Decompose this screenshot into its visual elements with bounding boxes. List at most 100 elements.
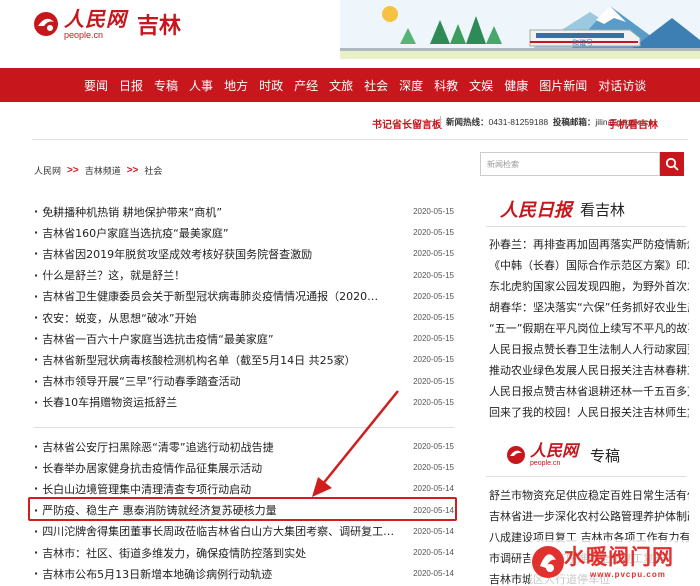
nav-item[interactable]: 社会 [364,77,388,94]
news-date: 2020-05-15 [413,334,454,344]
people-emblem-icon [507,446,525,464]
news-list-item[interactable]: 吉林省160户家庭当选抗疫“最美家庭” 2020-05-15 [34,222,454,243]
news-date: 2020-05-14 [413,548,454,558]
header-banner: 和谐号 [300,0,700,68]
news-list-group-1: 免耕播种机热销 耕地保护带来“商机” 2020-05-15 吉林省160户家庭当选抗… [34,201,454,413]
news-list-item[interactable]: 吉林市：社区、街道多维发力，确保疫情防控落到实处 2020-05-14 [34,542,454,563]
news-list-item[interactable]: 免耕播种机热销 耕地保护带来“商机” 2020-05-15 [34,201,454,222]
news-date: 2020-05-14 [413,526,454,536]
nav-item[interactable]: 图片新闻 [539,77,587,94]
watermark-text: 水暖阀门网 [564,545,674,569]
nav-item[interactable]: 人事 [189,77,213,94]
news-date: 2020-05-15 [413,355,454,365]
sidebar-news-link[interactable]: 人民日报点赞长春卫生法制人人行动家园更美 [489,339,689,360]
sidebar-news-link[interactable]: 回来了我的校园！人民日报关注吉林师生复课 [489,402,689,423]
news-date: 2020-05-15 [413,376,454,386]
nav-item[interactable]: 要闻 [84,77,108,94]
nav-item[interactable]: 文娱 [469,77,493,94]
nav-item[interactable]: 专稿 [154,77,178,94]
news-date: 2020-05-14 [413,505,454,515]
news-title-link[interactable]: 吉林省160户家庭当选抗疫“最美家庭” [34,225,228,241]
news-list-item[interactable]: 吉林市公布5月13日新增本地确诊病例行动轨迹 2020-05-14 [34,563,454,584]
news-title-link[interactable]: 吉林省新型冠状病毒核酸检测机构名单（截至5月14日 共25家） [34,352,356,368]
news-list-item[interactable]: 吉林省因2019年脱贫攻坚成效考核好获国务院督查激励 2020-05-15 [34,243,454,264]
sidebar-news-link[interactable]: 推动农业绿色发展人民日报关注吉林春耕工作 [489,360,689,381]
nav-item[interactable]: 时政 [259,77,283,94]
header: 人民网 people.cn 吉林 和谐号 [0,0,700,68]
news-list-item[interactable]: 吉林省新型冠状病毒核酸检测机构名单（截至5月14日 共25家） 2020-05-1… [34,349,454,370]
news-title-link[interactable]: 吉林省因2019年脱贫攻坚成效考核好获国务院督查激励 [34,246,312,262]
nav-item[interactable]: 科教 [434,77,458,94]
news-title-link[interactable]: 长春举办居家健身抗击疫情作品征集展示活动 [34,460,262,476]
nav-item[interactable]: 健康 [504,77,528,94]
news-title-link[interactable]: 农安：蜕变，从思想“破冰”开始 [34,310,196,326]
banner-tag: 和谐号 [572,38,593,47]
news-title-link[interactable]: 吉林市领导开展“三早”行动春季踏查活动 [34,373,240,389]
news-date: 2020-05-15 [413,270,454,280]
news-list-item[interactable]: 什么是舒兰？这，就是舒兰！ 2020-05-15 [34,265,454,286]
annotation-arrow-icon [312,390,399,497]
nav-item[interactable]: 日报 [119,77,143,94]
news-date: 2020-05-15 [413,463,454,473]
news-list-item[interactable]: 农安：蜕变，从思想“破冰”开始 2020-05-15 [34,307,454,328]
site-name: 吉林 [137,14,182,39]
news-date: 2020-05-14 [413,569,454,579]
search-button[interactable] [660,152,684,176]
news-title-link[interactable]: 严防疫、稳生产 惠泰消防铸就经济复苏硬核力量 [34,502,277,518]
sub-bar: 书记省长留言板 新闻热线：0431-81259188 投稿邮箱：jilin@pe… [0,102,700,140]
news-list-item[interactable]: 吉林省卫生健康委员会关于新型冠状病毒肺炎疫情情况通报（2020… 2020-05-… [34,286,454,307]
news-title-link[interactable]: 吉林省公安厅扫黑除恶“清零”追逃行动初战告捷 [34,439,273,455]
sidebar-news-link[interactable]: 《中韩（长春）国际合作示范区方案》印发 [489,255,689,276]
breadcrumb: 人民网 >> 吉林频道 >> 社会 [34,164,162,177]
sub-divider [440,116,441,128]
breadcrumb-separator-icon: >> [126,165,139,176]
sidebar-peoples-daily-head: 人民日报 看吉林 [500,196,625,222]
main-nav: 要闻 日报 专稿 人事 地方 时政 产经 文旅 社会 深度 科教 文娱 健康 图片新闻 对话访谈 [0,68,700,102]
breadcrumb-channel[interactable]: 吉林频道 [85,164,121,177]
peoples-daily-logo[interactable]: 人民日报 [500,196,572,222]
breadcrumb-separator-icon: >> [67,165,79,176]
nav-item[interactable]: 产经 [294,77,318,94]
sidebar-special-head: 人民网 people.cn 专稿 [505,443,620,467]
news-title-link[interactable]: 免耕播种机热销 耕地保护带来“商机” [34,204,222,220]
sidebar-news-link[interactable]: 东北虎豹国家公园发现四胞，为野外首次发现 [489,276,689,297]
sidebar-news-link[interactable]: 吉林省进一步深化农村公路管理养护体制改革 [489,506,689,527]
news-date: 2020-05-15 [413,207,454,217]
news-list-item[interactable]: 吉林省一百六十户家庭当选抗击疫情“最美家庭” 2020-05-15 [34,328,454,349]
mobile-jilin-link[interactable]: 手机看吉林 [608,116,658,131]
news-list-item[interactable]: 四川沱牌舍得集团董事长周政莅临吉林省白山方大集团考察、调研复工… 2020-05-… [34,521,454,542]
nav-item[interactable]: 文旅 [329,77,353,94]
news-title-link[interactable]: 长春10车捐赠物资运抵舒兰 [34,394,177,410]
news-title-link[interactable]: 吉林省卫生健康委员会关于新型冠状病毒肺炎疫情情况通报（2020… [34,288,378,304]
news-title-link[interactable]: 什么是舒兰？这，就是舒兰！ [34,267,185,283]
logo-emblem-icon [32,10,60,38]
leaders-message-board-link[interactable]: 书记省长留言板 [372,116,442,131]
news-title-link[interactable]: 吉林市：社区、街道多维发力，确保疫情防控落到实处 [34,545,306,561]
sidebar-news-link[interactable]: “五一”假期在平凡岗位上续写不平凡的故事 [489,318,689,339]
sidebar-news-link[interactable]: 孙春兰：再排查再加固再落实严防疫情新燃点 [489,234,689,255]
nav-item[interactable]: 深度 [399,77,423,94]
news-search-input[interactable]: 新闻检索 [480,152,660,176]
news-title-link[interactable]: 吉林省一百六十户家庭当选抗击疫情“最美家庭” [34,331,273,347]
watermark-url: www.pvcpu.com [590,570,666,579]
news-date: 2020-05-14 [413,484,454,494]
sidebar-news-link[interactable]: 舒兰市物资充足供应稳定百姓日常生活有保障 [489,485,689,506]
news-title-link[interactable]: 吉林市公布5月13日新增本地确诊病例行动轨迹 [34,566,272,582]
people-logo[interactable]: 人民网 people.cn 吉林 [32,8,181,40]
logo-en: people.cn [64,29,104,40]
sidebar-rule [486,476,686,477]
people-cn-logo[interactable]: 人民网 [530,441,578,460]
sidebar-news-list-1: 孙春兰：再排查再加固再落实严防疫情新燃点 《中韩（长春）国际合作示范区方案》印发东… [489,234,689,423]
nav-item[interactable]: 对话访谈 [598,77,646,94]
news-title-link[interactable]: 四川沱牌舍得集团董事长周政莅临吉林省白山方大集团考察、调研复工… [34,523,394,539]
breadcrumb-home[interactable]: 人民网 [34,164,61,177]
search-icon [665,157,679,171]
news-title-link[interactable]: 长白山边境管理集中清理清查专项行动启动 [34,481,251,497]
sidebar-news-link[interactable]: 人民日报点赞吉林省退耕还林一千五百多万亩 [489,381,689,402]
news-list-item[interactable]: 严防疫、稳生产 惠泰消防铸就经济复苏硬核力量 2020-05-14 [34,500,454,521]
email-label: 投稿邮箱： [552,117,596,127]
breadcrumb-current[interactable]: 社会 [144,164,162,177]
sidebar-title-special: 专稿 [590,446,621,465]
sidebar-news-link[interactable]: 胡春华：坚决落实“六保”任务抓好农业生产 [489,297,689,318]
nav-item[interactable]: 地方 [224,77,248,94]
